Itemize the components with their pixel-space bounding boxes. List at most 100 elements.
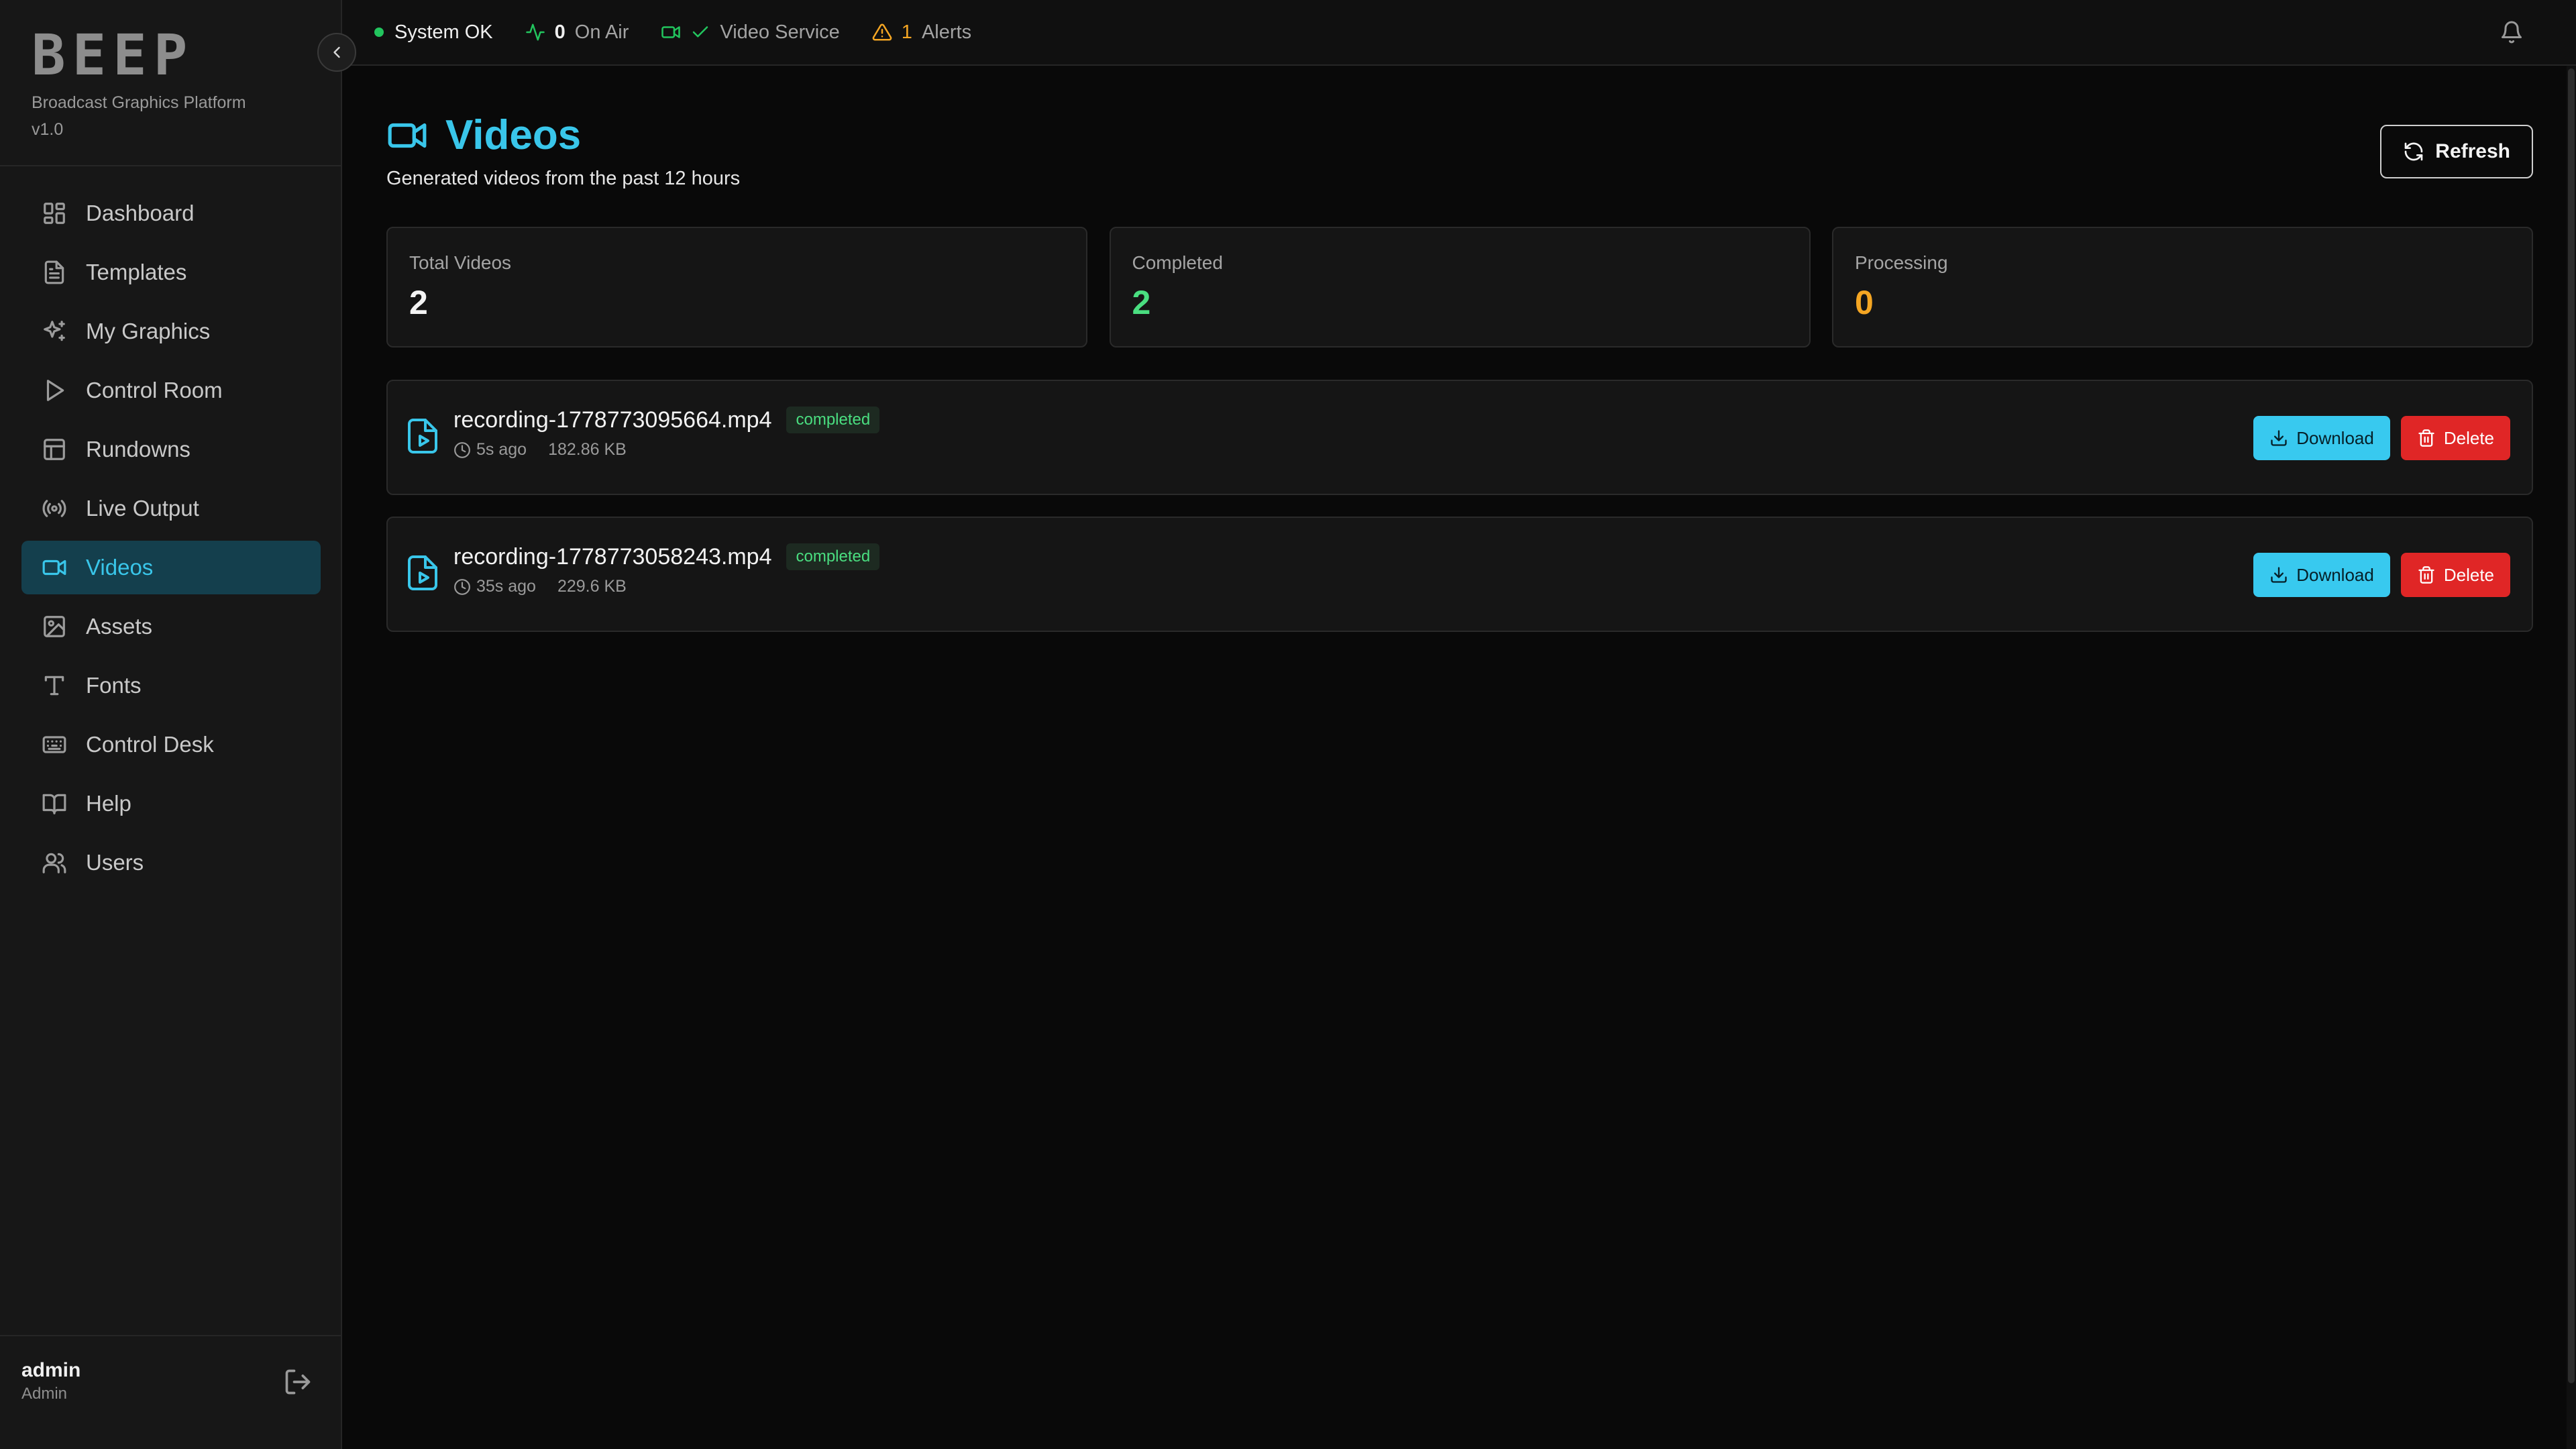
user-role: Admin bbox=[21, 1385, 68, 1403]
image-icon bbox=[44, 616, 65, 637]
status-badge: completed bbox=[786, 407, 880, 433]
video-meta: 5s ago 182.86 KB bbox=[453, 440, 627, 460]
page-header: Videos Generated videos from the past 12… bbox=[386, 66, 2533, 227]
video-icon bbox=[42, 559, 66, 576]
dashboard-icon bbox=[44, 203, 65, 224]
on-air-label: On Air bbox=[574, 21, 629, 43]
stat-label: Processing bbox=[1855, 252, 1948, 273]
sidebar-item-label: Live Output bbox=[86, 496, 199, 521]
sidebar-item-dashboard[interactable]: Dashboard bbox=[21, 186, 321, 240]
broadcast-icon bbox=[42, 500, 66, 517]
video-icon bbox=[388, 123, 427, 148]
row-actions: Download Delete bbox=[2253, 553, 2510, 597]
on-air-status: 0 On Air bbox=[525, 21, 629, 44]
download-label: Download bbox=[2296, 427, 2374, 448]
download-button[interactable]: Download bbox=[2253, 416, 2390, 460]
download-label: Download bbox=[2296, 564, 2374, 585]
refresh-button[interactable]: Refresh bbox=[2380, 125, 2533, 178]
sidebar-item-videos[interactable]: Videos bbox=[21, 541, 321, 594]
sidebar-nav: Dashboard Templates My Graphics Control … bbox=[21, 186, 321, 895]
sidebar-item-my-graphics[interactable]: My Graphics bbox=[21, 305, 321, 358]
alerts-status[interactable]: 1 Alerts bbox=[872, 21, 971, 44]
brand-logo[interactable]: BEEP bbox=[32, 27, 246, 83]
video-size: 229.6 KB bbox=[557, 577, 627, 596]
sidebar-item-label: Control Room bbox=[86, 378, 223, 402]
video-meta: 35s ago 229.6 KB bbox=[453, 577, 627, 596]
logout-button[interactable] bbox=[283, 1367, 313, 1397]
system-status: System OK bbox=[374, 21, 493, 44]
stat-value: 0 bbox=[1855, 284, 1874, 321]
status-dot bbox=[374, 28, 384, 37]
download-icon bbox=[2271, 430, 2287, 446]
sidebar-item-control-desk[interactable]: Control Desk bbox=[21, 718, 321, 771]
logout-icon bbox=[285, 1369, 311, 1395]
video-title-line: recording-1778773095664.mp4 completed bbox=[453, 405, 880, 435]
sidebar-collapse-button[interactable] bbox=[317, 33, 356, 72]
scrollbar-thumb[interactable] bbox=[2568, 68, 2575, 1383]
alerts-label: Alerts bbox=[921, 21, 972, 43]
sidebar-item-control-room[interactable]: Control Room bbox=[21, 364, 321, 417]
play-icon bbox=[46, 380, 64, 401]
delete-button[interactable]: Delete bbox=[2400, 553, 2510, 597]
keyboard-icon bbox=[42, 736, 66, 753]
alert-triangle-icon bbox=[872, 23, 892, 41]
sidebar-item-rundowns[interactable]: Rundowns bbox=[21, 423, 321, 476]
list-item[interactable]: recording-1778773095664.mp4 completed 5s… bbox=[386, 380, 2533, 495]
template-icon bbox=[44, 260, 64, 284]
sidebar-item-label: My Graphics bbox=[86, 319, 211, 343]
stat-card-processing: Processing 0 bbox=[1832, 227, 2533, 347]
title-row: Videos bbox=[386, 111, 581, 160]
users-icon bbox=[42, 853, 66, 873]
page-title: Videos bbox=[445, 112, 582, 158]
sidebar: BEEP Broadcast Graphics Platform v1.0 Da… bbox=[0, 0, 342, 1449]
sidebar-item-assets[interactable]: Assets bbox=[21, 600, 321, 653]
system-status-label: System OK bbox=[394, 21, 493, 43]
sidebar-item-live-output[interactable]: Live Output bbox=[21, 482, 321, 535]
sidebar-item-fonts[interactable]: Fonts bbox=[21, 659, 321, 712]
video-service-status: Video Service bbox=[661, 21, 840, 44]
stat-card-completed: Completed 2 bbox=[1109, 227, 1811, 347]
stat-label: Total Videos bbox=[409, 252, 512, 273]
sidebar-item-label: Templates bbox=[86, 260, 187, 284]
activity-icon bbox=[525, 23, 545, 41]
stats-row: Total Videos 2 Completed 2 Processing 0 bbox=[386, 227, 2533, 347]
trash-icon bbox=[2418, 566, 2434, 584]
topbar: System OK 0 On Air Video Service 1 Alert… bbox=[342, 0, 2576, 66]
sidebar-item-label: Dashboard bbox=[86, 201, 195, 225]
check-icon bbox=[693, 26, 708, 38]
book-icon bbox=[42, 794, 66, 814]
video-name: recording-1778773058243.mp4 bbox=[453, 544, 772, 570]
list-item[interactable]: recording-1778773058243.mp4 completed 35… bbox=[386, 517, 2533, 632]
page-subtitle: Generated videos from the past 12 hours bbox=[386, 168, 741, 189]
trash-icon bbox=[2418, 429, 2434, 447]
divider bbox=[0, 165, 342, 166]
download-icon bbox=[2271, 567, 2287, 583]
brand-subtitle: Broadcast Graphics Platform bbox=[32, 93, 246, 112]
sidebar-item-users[interactable]: Users bbox=[21, 836, 321, 890]
clock-icon bbox=[454, 578, 470, 595]
main-content: Videos Generated videos from the past 12… bbox=[386, 66, 2533, 632]
refresh-label: Refresh bbox=[2435, 140, 2510, 162]
delete-button[interactable]: Delete bbox=[2400, 416, 2510, 460]
download-button[interactable]: Download bbox=[2253, 553, 2390, 597]
video-age: 35s ago bbox=[476, 577, 536, 596]
status-badge: completed bbox=[786, 543, 880, 570]
notifications-button[interactable] bbox=[2500, 20, 2524, 44]
video-title-line: recording-1778773058243.mp4 completed bbox=[453, 542, 880, 572]
sidebar-item-label: Videos bbox=[86, 555, 154, 580]
table-icon bbox=[44, 439, 65, 460]
video-list: recording-1778773095664.mp4 completed 5s… bbox=[386, 380, 2533, 653]
delete-label: Delete bbox=[2443, 427, 2494, 448]
sidebar-item-label: Help bbox=[86, 791, 131, 816]
refresh-icon bbox=[2404, 142, 2423, 161]
row-actions: Download Delete bbox=[2253, 416, 2510, 460]
clock-icon bbox=[454, 441, 470, 458]
video-size: 182.86 KB bbox=[548, 440, 627, 459]
video-icon bbox=[661, 26, 681, 38]
sidebar-item-templates[interactable]: Templates bbox=[21, 246, 321, 299]
alerts-count: 1 bbox=[901, 21, 912, 43]
user-name: admin bbox=[21, 1359, 81, 1381]
user-profile: admin Admin bbox=[21, 1358, 80, 1405]
chevron-left-icon bbox=[333, 46, 340, 58]
sidebar-item-help[interactable]: Help bbox=[21, 777, 321, 830]
